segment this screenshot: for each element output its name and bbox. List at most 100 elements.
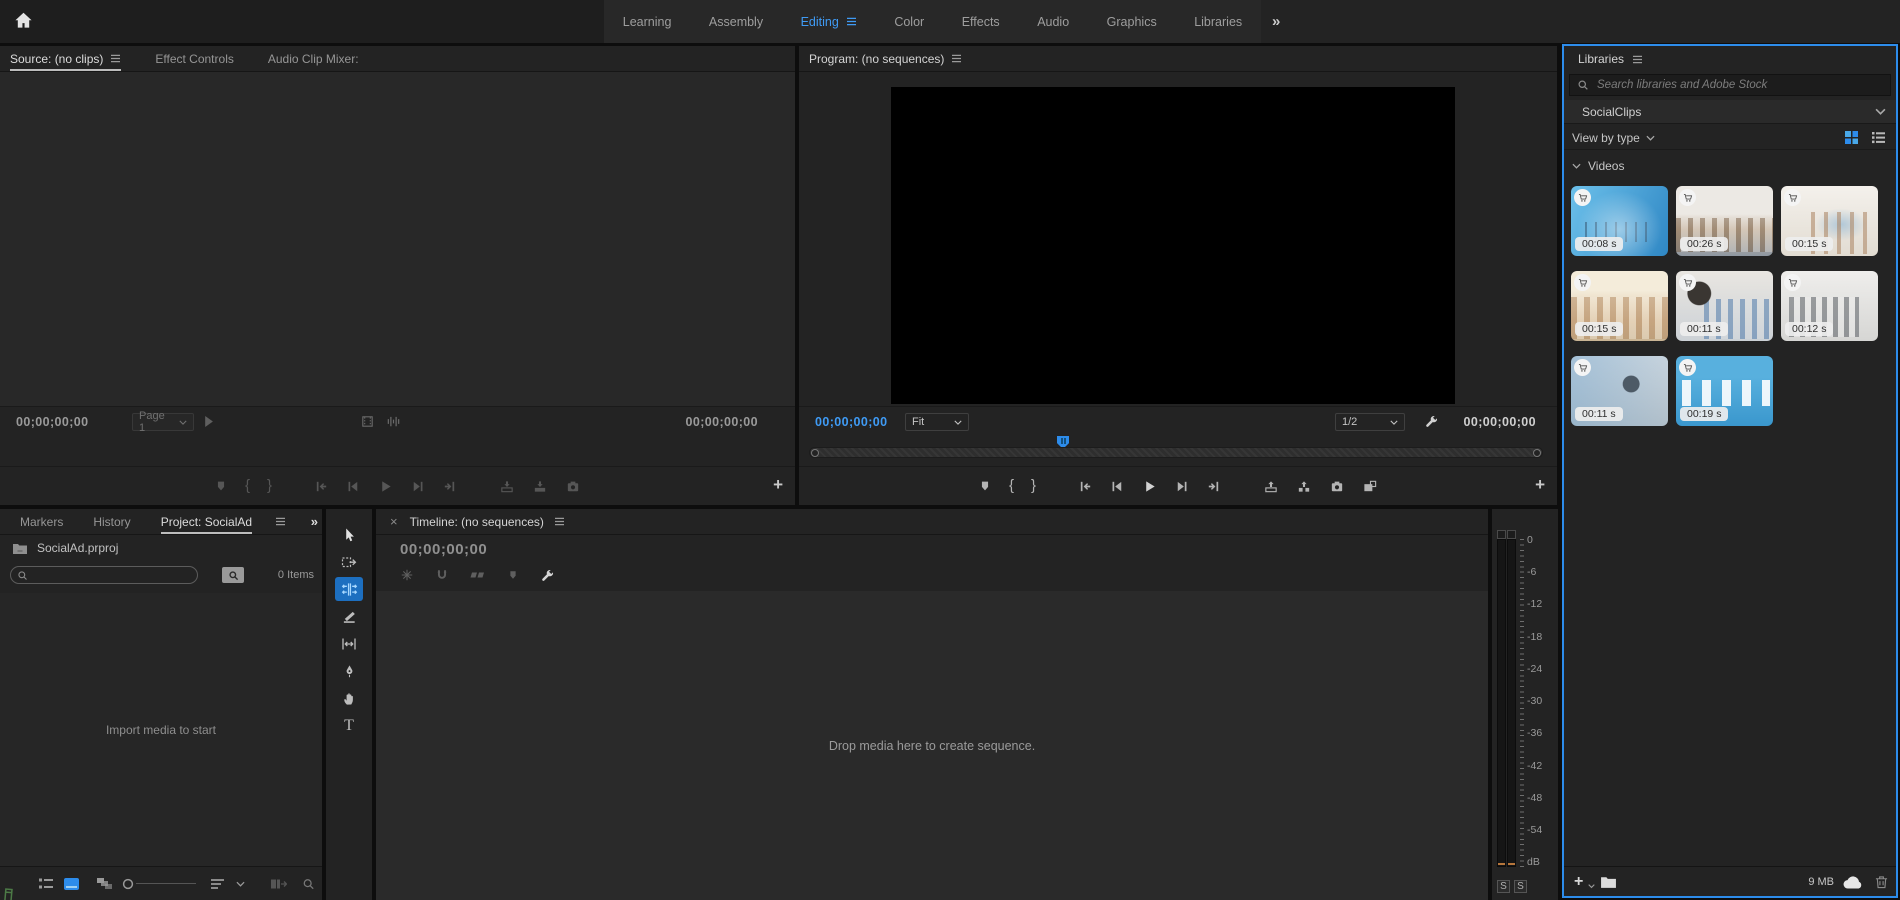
panel-menu-icon[interactable] (951, 54, 962, 63)
step-back-icon[interactable] (1110, 479, 1125, 494)
cart-icon[interactable] (1784, 189, 1801, 206)
workspace-tab-effects[interactable]: Effects (962, 15, 1000, 29)
snap-magnet-icon[interactable] (435, 568, 449, 582)
search-bin-button[interactable] (222, 567, 244, 583)
close-icon[interactable]: × (390, 514, 398, 529)
play-icon[interactable] (1142, 479, 1157, 494)
track-select-forward-tool[interactable] (335, 550, 363, 574)
add-library-item-button[interactable]: + (1574, 873, 1583, 891)
cart-icon[interactable] (1679, 359, 1696, 376)
video-tile[interactable]: 00:19 s (1676, 356, 1773, 426)
add-marker-icon[interactable] (507, 569, 519, 581)
mark-out-icon[interactable]: } (267, 479, 272, 493)
goto-in-icon[interactable] (314, 479, 329, 494)
video-tile[interactable]: 00:15 s (1781, 186, 1878, 256)
zoom-slider-knob[interactable] (122, 878, 134, 890)
workspace-tab-assembly[interactable]: Assembly (709, 15, 763, 29)
tab-libraries[interactable]: Libraries (1578, 46, 1624, 72)
export-frame-icon[interactable] (565, 479, 581, 494)
tab-source[interactable]: Source: (no clips) (10, 46, 121, 71)
list-view-icon[interactable] (38, 877, 54, 890)
libraries-search-input[interactable] (1595, 78, 1883, 92)
cart-icon[interactable] (1679, 274, 1696, 291)
linked-selection-icon[interactable] (470, 569, 486, 581)
cart-icon[interactable] (1574, 274, 1591, 291)
type-tool[interactable]: T (335, 714, 363, 738)
goto-out-icon[interactable] (442, 479, 457, 494)
solo-left-button[interactable]: S (1497, 880, 1510, 893)
workspace-overflow-chevron[interactable]: » (1272, 0, 1280, 43)
icon-view-icon[interactable] (64, 878, 79, 890)
project-breadcrumb[interactable]: SocialAd.prproj (0, 535, 118, 561)
lift-icon[interactable] (1263, 479, 1279, 494)
new-folder-icon[interactable] (1600, 875, 1617, 889)
timeline-settings-wrench-icon[interactable] (540, 568, 555, 583)
tab-markers[interactable]: Markers (20, 509, 63, 534)
video-tile[interactable]: 00:08 s (1571, 186, 1668, 256)
razor-tool[interactable] (335, 605, 363, 629)
cart-icon[interactable] (1679, 189, 1696, 206)
add-marker-icon[interactable] (214, 479, 228, 493)
tab-history[interactable]: History (93, 509, 130, 534)
panel-menu-icon[interactable] (554, 517, 565, 526)
program-fit-select[interactable]: Fit (905, 413, 969, 431)
panel-menu-icon[interactable] (1632, 55, 1643, 64)
cloud-sync-icon[interactable] (1842, 874, 1864, 889)
program-resolution-select[interactable]: 1/2 (1335, 413, 1405, 431)
step-forward-icon[interactable] (1174, 479, 1189, 494)
source-button-editor[interactable]: + (773, 475, 783, 495)
meter-bars[interactable] (1497, 539, 1517, 867)
overwrite-icon[interactable] (532, 479, 548, 494)
tab-timeline[interactable]: Timeline: (no sequences) (410, 509, 544, 534)
list-view-icon[interactable] (1871, 131, 1886, 144)
freeform-view-icon[interactable] (96, 877, 113, 891)
source-page-select[interactable]: Page 1 (132, 413, 194, 431)
cart-icon[interactable] (1574, 189, 1591, 206)
workspace-menu-icon[interactable] (846, 17, 857, 26)
panel-menu-icon[interactable] (110, 54, 121, 63)
timeline-drop-zone[interactable]: Drop media here to create sequence. (376, 591, 1488, 900)
selection-tool[interactable] (335, 523, 363, 547)
tab-audio-clip-mixer[interactable]: Audio Clip Mixer: (268, 46, 359, 71)
tab-program[interactable]: Program: (no sequences) (809, 46, 962, 71)
workspace-tab-graphics[interactable]: Graphics (1107, 15, 1157, 29)
mark-in-icon[interactable]: { (1009, 479, 1014, 493)
video-tile[interactable]: 00:11 s (1571, 356, 1668, 426)
slip-tool[interactable] (335, 632, 363, 656)
video-tile[interactable]: 00:15 s (1571, 271, 1668, 341)
grid-view-icon[interactable] (1844, 130, 1859, 145)
workspace-tab-color[interactable]: Color (894, 15, 924, 29)
library-select[interactable]: SocialClips (1564, 100, 1896, 124)
project-empty-area[interactable]: Import media to start (0, 593, 322, 866)
scrub-track[interactable] (809, 447, 1543, 458)
comparison-view-icon[interactable] (1362, 479, 1378, 494)
source-scrub-area[interactable] (0, 438, 795, 466)
tab-effect-controls[interactable]: Effect Controls (155, 46, 233, 71)
tab-overflow-chevron[interactable]: » (311, 514, 318, 529)
zoom-slider-track[interactable] (136, 883, 196, 884)
settings-wrench-icon[interactable] (1424, 414, 1439, 429)
insert-icon[interactable] (499, 479, 515, 494)
program-button-editor[interactable]: + (1535, 475, 1545, 495)
drag-audio-icon[interactable] (386, 414, 401, 429)
goto-out-icon[interactable] (1206, 479, 1221, 494)
home-icon[interactable] (14, 11, 33, 30)
extract-icon[interactable] (1296, 479, 1312, 494)
workspace-tab-learning[interactable]: Learning (623, 15, 672, 29)
scrub-handle-right[interactable] (1533, 449, 1541, 457)
sort-chevron-icon[interactable] (236, 881, 245, 887)
export-frame-icon[interactable] (1329, 479, 1345, 494)
add-marker-icon[interactable] (978, 479, 992, 493)
goto-in-icon[interactable] (1078, 479, 1093, 494)
step-forward-icon[interactable] (410, 479, 425, 494)
find-icon[interactable] (302, 877, 315, 890)
trash-icon[interactable] (1875, 875, 1888, 889)
program-scrub-area[interactable] (799, 438, 1557, 466)
automate-to-sequence-icon[interactable] (270, 877, 287, 890)
video-tile[interactable]: 00:11 s (1676, 271, 1773, 341)
mark-out-icon[interactable]: } (1031, 479, 1036, 493)
chevron-down-icon[interactable] (1646, 135, 1655, 141)
project-search-field[interactable] (10, 566, 198, 584)
sort-icon[interactable] (210, 878, 225, 890)
video-tile[interactable]: 00:26 s (1676, 186, 1773, 256)
